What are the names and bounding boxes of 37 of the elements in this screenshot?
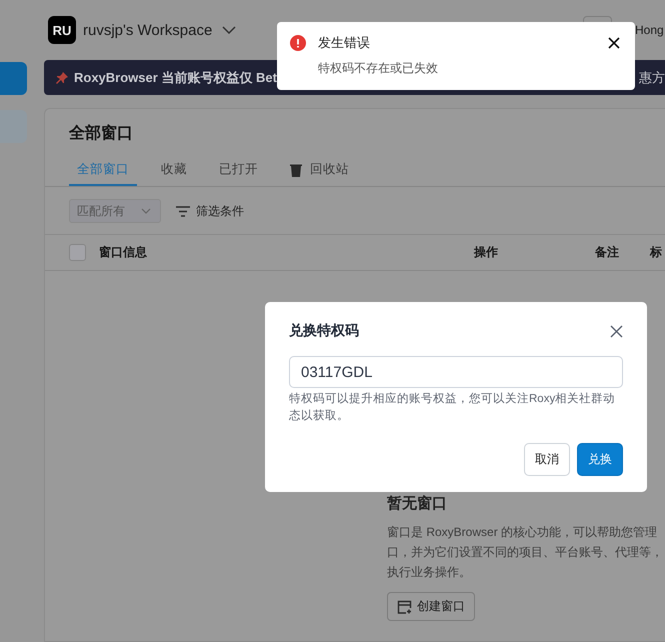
dialog-button[interactable]: 兑换 — [577, 443, 623, 476]
help-text: 特权码可以提升相应的账号权益，您可以关注Roxy相关社群动态以获取。 — [289, 391, 616, 424]
filter-button[interactable]: 筛选条件 — [176, 202, 244, 220]
toast-title: 发生错误 — [318, 35, 371, 51]
tab[interactable]: 已打开 — [211, 161, 266, 186]
column-header: 窗口信息 — [99, 244, 148, 261]
workspace-avatar: RU — [48, 16, 76, 44]
empty-description-line: 口，并为它们设置不同的项目、平台账号、代理等， — [387, 544, 664, 561]
window-plus-icon — [397, 600, 412, 614]
column-header: 备注 — [595, 244, 620, 261]
close-icon[interactable] — [608, 37, 620, 49]
chevron-down-icon[interactable] — [222, 26, 236, 34]
banner-text: 惠方 — [639, 68, 665, 86]
dialog-button[interactable]: 取消 — [524, 443, 570, 476]
empty-description-line: 执行业务操作。 — [387, 564, 472, 581]
empty-title: 暂无窗口 — [387, 494, 448, 513]
tab[interactable]: 回收站 — [282, 161, 357, 186]
column-header: 标 — [650, 244, 663, 261]
empty-description-line: 窗口是 RoxyBrowser 的核心功能，可以帮助您管理 — [387, 524, 658, 541]
trash-bin-icon — [290, 162, 302, 176]
pin-icon — [55, 70, 69, 84]
close-icon[interactable] — [610, 324, 623, 338]
workspace-name[interactable]: ruvsjp's Workspace — [83, 22, 212, 38]
code-input[interactable]: 03117GDL — [289, 356, 623, 388]
select-all-checkbox[interactable] — [69, 244, 86, 261]
filter-icon — [176, 206, 190, 216]
toast-message: 特权码不存在或已失效 — [318, 60, 439, 77]
region-label: Hong — [635, 23, 665, 37]
dialog-title: 兑换特权码 — [289, 322, 359, 340]
banner-text: RoxyBrowser 当前账号权益仅 Bet — [74, 68, 277, 86]
match-select[interactable]: 匹配所有 — [69, 199, 161, 223]
error-icon — [290, 35, 306, 51]
create-window-button[interactable]: 创建窗口 — [387, 592, 475, 621]
page-title: 全部窗口 — [68, 123, 134, 144]
column-header: 操作 — [474, 244, 499, 261]
chevron-down-icon — [141, 208, 151, 214]
tab[interactable]: 收藏 — [153, 161, 195, 186]
